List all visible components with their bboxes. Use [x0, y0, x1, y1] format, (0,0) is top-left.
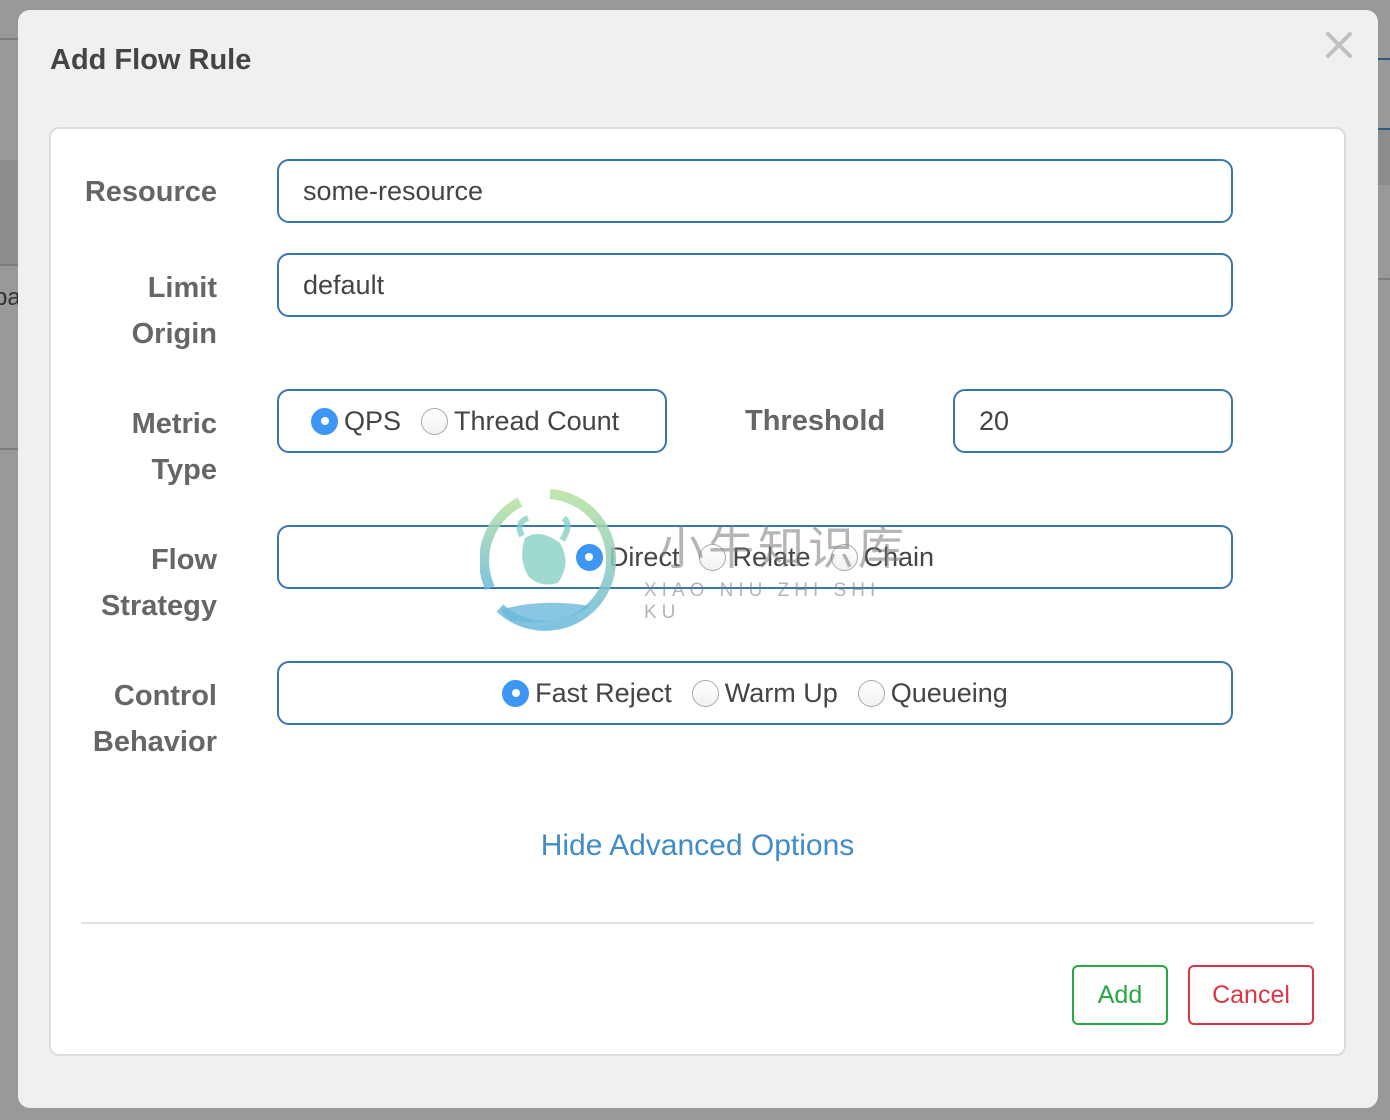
add-flow-rule-dialog: Add Flow Rule Resource Limit Origin — [18, 10, 1378, 1108]
add-button[interactable]: Add — [1072, 965, 1168, 1025]
control-behavior-label: Control Behavior — [92, 680, 217, 758]
limit-origin-field-box — [277, 253, 1233, 317]
threshold-input[interactable] — [955, 391, 1231, 451]
close-icon — [1326, 32, 1352, 58]
background-panel — [1378, 130, 1390, 185]
resource-field-box — [277, 159, 1233, 223]
radio-button[interactable] — [699, 543, 727, 571]
flow-strategy-radio-box: Direct Relate Chain — [277, 525, 1233, 589]
control-behavior-option-fast-reject[interactable]: Fast Reject — [502, 678, 672, 709]
radio-button[interactable] — [691, 679, 719, 707]
control-behavior-option-queueing[interactable]: Queueing — [857, 678, 1008, 709]
radio-button-checked[interactable] — [575, 543, 603, 571]
background-divider — [0, 38, 18, 40]
footer-divider — [81, 922, 1314, 924]
metric-type-radio-box: QPS Thread Count — [277, 389, 667, 453]
hide-advanced-options-link[interactable]: Hide Advanced Options — [51, 829, 1344, 863]
metric-type-radio-group: QPS Thread Count — [279, 391, 665, 451]
background-panel — [0, 160, 18, 265]
dialog-body: Resource Limit Origin Metric Type — [49, 127, 1346, 1056]
metric-type-option-thread-count[interactable]: Thread Count — [421, 406, 619, 437]
radio-button-checked[interactable] — [311, 407, 338, 435]
threshold-field-box — [953, 389, 1233, 453]
flow-strategy-option-direct[interactable]: Direct — [575, 542, 679, 573]
resource-label: Resource — [84, 176, 217, 208]
cancel-button[interactable]: Cancel — [1188, 965, 1314, 1025]
flow-strategy-option-chain[interactable]: Chain — [830, 542, 934, 573]
control-behavior-radio-group: Fast Reject Warm Up Queueing — [279, 663, 1231, 723]
background-accent-line — [1378, 58, 1390, 60]
limit-origin-input[interactable] — [279, 255, 1231, 315]
limit-origin-label: Limit Origin — [131, 272, 217, 350]
radio-button[interactable] — [830, 543, 858, 571]
background-divider — [0, 264, 18, 266]
radio-button[interactable] — [857, 679, 885, 707]
metric-type-label: Metric Type — [131, 408, 217, 486]
background-divider — [0, 448, 18, 450]
control-behavior-radio-box: Fast Reject Warm Up Queueing — [277, 661, 1233, 725]
flow-strategy-radio-group: Direct Relate Chain — [279, 527, 1231, 587]
radio-button[interactable] — [421, 407, 449, 435]
threshold-label: Threshold — [745, 405, 886, 437]
dialog-title: Add Flow Rule — [50, 44, 252, 76]
flow-strategy-label: Flow Strategy — [100, 544, 217, 622]
background-divider — [1378, 278, 1390, 280]
control-behavior-option-warm-up[interactable]: Warm Up — [691, 678, 838, 709]
close-button[interactable] — [1322, 28, 1356, 62]
resource-input[interactable] — [279, 161, 1231, 221]
metric-type-option-qps[interactable]: QPS — [311, 406, 401, 437]
flow-strategy-option-relate[interactable]: Relate — [699, 542, 811, 573]
radio-button-checked[interactable] — [502, 679, 530, 707]
